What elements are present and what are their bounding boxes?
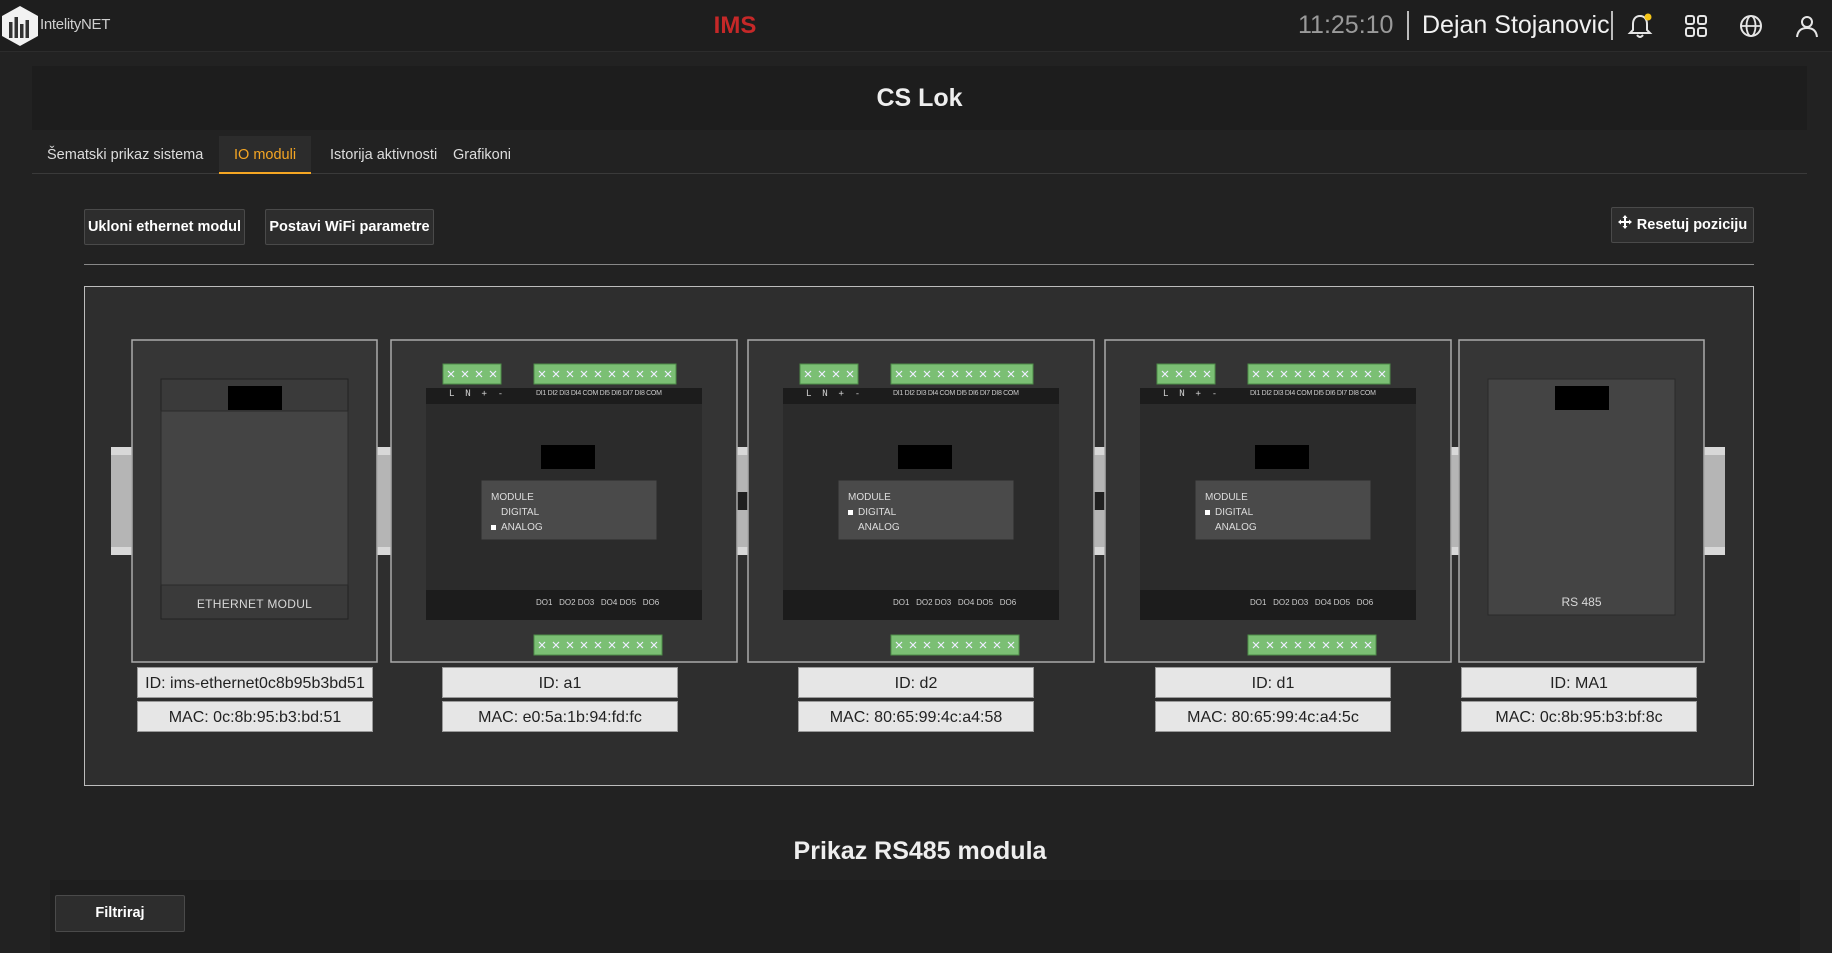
- intelitynet-logo: [2, 6, 38, 46]
- output-terminal: [533, 634, 663, 656]
- bell-icon[interactable]: [1626, 12, 1654, 40]
- user-icon[interactable]: [1793, 12, 1821, 40]
- input-terminal: [1247, 363, 1391, 385]
- output-pin-labels: DO1 DO2 DO3 DO4 DO5 DO6: [893, 598, 1017, 607]
- module-id-label: ID: a1: [442, 667, 678, 698]
- tab-charts[interactable]: Grafikoni: [438, 136, 526, 174]
- tab-io-modules[interactable]: IO moduli: [219, 136, 312, 174]
- brand-name: IntelityNET: [40, 16, 111, 33]
- power-pin-labels: L N + -: [1163, 389, 1218, 399]
- power-terminal: [442, 363, 502, 385]
- module-mac-label: MAC: 0c:8b:95:b3:bf:8c: [1461, 701, 1697, 732]
- input-terminal: [890, 363, 1034, 385]
- input-pin-labels: DI1 DI2 DI3 DI4 COM DI5 DI6 DI7 DI8 COM: [893, 390, 1019, 397]
- separator: [1611, 11, 1613, 40]
- reset-position-label: Resetuj poziciju: [1636, 217, 1748, 233]
- power-terminal: [1156, 363, 1216, 385]
- module-mac-label: MAC: 0c:8b:95:b3:bd:51: [137, 701, 373, 732]
- output-pin-labels: DO1 DO2 DO3 DO4 DO5 DO6: [536, 598, 660, 607]
- option-analog: ANALOG: [491, 520, 651, 535]
- rs485-panel: Filtriraj: [50, 880, 1800, 953]
- module-id-label: ID: d2: [798, 667, 1034, 698]
- tab-bar: Šematski prikaz sistema IO moduli Istori…: [32, 136, 1807, 174]
- module-heading: MODULE: [848, 492, 891, 503]
- input-pin-labels: DI1 DI2 DI3 DI4 COM DI5 DI6 DI7 DI8 COM: [536, 390, 662, 397]
- power-pin-labels: L N + -: [806, 389, 861, 399]
- output-terminal: [890, 634, 1020, 656]
- module-id-label: ID: d1: [1155, 667, 1391, 698]
- app-name: IMS: [713, 12, 757, 39]
- selected-marker: [1205, 510, 1210, 515]
- input-pin-labels: DI1 DI2 DI3 DI4 COM DI5 DI6 DI7 DI8 COM: [1250, 390, 1376, 397]
- option-digital: DIGITAL: [1205, 505, 1365, 520]
- io-module-type-label: MODULE DIGITAL ANALOG: [491, 490, 651, 535]
- user-name: Dejan Stojanovic: [1422, 11, 1610, 39]
- output-terminal: [1247, 634, 1377, 656]
- page-title: CS Lok: [876, 84, 963, 112]
- option-analog: ANALOG: [1215, 522, 1257, 533]
- rs485-section-title: Prikaz RS485 modula: [793, 837, 1047, 865]
- apps-grid-icon[interactable]: [1682, 12, 1710, 40]
- top-bar: IntelityNET IMS 11:25:10 Dejan Stojanovi…: [0, 0, 1832, 52]
- module-id-label: ID: MA1: [1461, 667, 1697, 698]
- output-pin-labels: DO1 DO2 DO3 DO4 DO5 DO6: [1250, 598, 1374, 607]
- ethernet-module-panel-label: ETHERNET MODUL: [196, 597, 313, 611]
- module-heading: MODULE: [1205, 492, 1248, 503]
- module-mac-label: MAC: e0:5a:1b:94:fd:fc: [442, 701, 678, 732]
- module-heading: MODULE: [491, 492, 534, 503]
- power-terminal: [799, 363, 859, 385]
- module-mac-label: MAC: 80:65:99:4c:a4:58: [798, 701, 1034, 732]
- reset-position-button[interactable]: Resetuj poziciju: [1611, 207, 1754, 243]
- move-icon: [1617, 208, 1632, 242]
- option-digital: DIGITAL: [501, 507, 540, 518]
- globe-icon[interactable]: [1737, 12, 1765, 40]
- wifi-params-button[interactable]: Postavi WiFi parametre: [265, 209, 434, 245]
- tab-activity-history[interactable]: Istorija aktivnosti: [315, 136, 452, 174]
- remove-ethernet-button[interactable]: Ukloni ethernet modul: [84, 209, 245, 245]
- power-pin-labels: L N + -: [449, 389, 504, 399]
- option-analog: ANALOG: [858, 522, 900, 533]
- module-id-label: ID: ims-ethernet0c8b95b3bd51: [137, 667, 373, 698]
- io-module-type-label: MODULE DIGITAL ANALOG: [848, 490, 1008, 535]
- option-digital: DIGITAL: [848, 505, 1008, 520]
- separator: [1407, 11, 1409, 40]
- io-module-type-label: MODULE DIGITAL ANALOG: [1205, 490, 1365, 535]
- page-header: CS Lok: [32, 66, 1807, 130]
- module-rack: ETHERNET MODUL RS 485 MODULE DIGITAL ANALO…: [84, 286, 1754, 786]
- divider: [84, 264, 1754, 265]
- selected-marker: [491, 525, 496, 530]
- module-mac-label: MAC: 80:65:99:4c:a4:5c: [1155, 701, 1391, 732]
- tab-schematic[interactable]: Šematski prikaz sistema: [32, 136, 218, 174]
- selected-marker: [848, 510, 853, 515]
- input-terminal: [533, 363, 677, 385]
- filter-button[interactable]: Filtriraj: [55, 895, 185, 932]
- clock: 11:25:10: [1298, 11, 1394, 39]
- rs485-module-panel-label: RS 485: [1561, 595, 1602, 609]
